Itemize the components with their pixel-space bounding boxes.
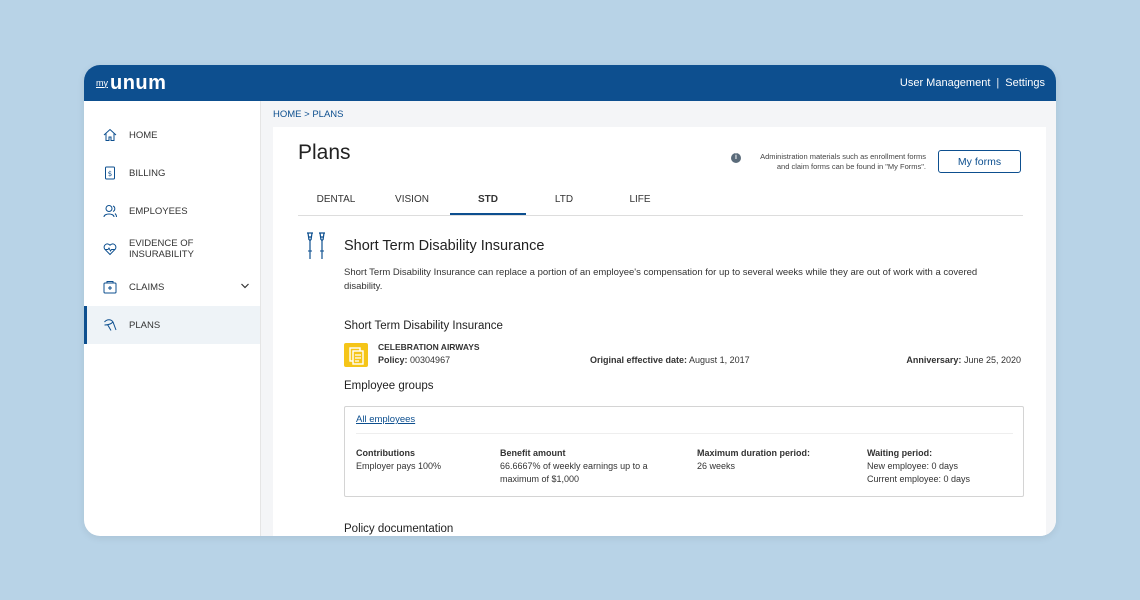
policy-value: 00304967 (410, 355, 451, 365)
app-window: my unum User Management | Settings HOME … (84, 65, 1056, 536)
sidebar-item-home[interactable]: HOME (84, 116, 260, 154)
plan-title: Short Term Disability Insurance (344, 238, 545, 254)
contributions-value: Employer pays 100% (356, 461, 442, 471)
policy-label: Policy: (378, 355, 408, 365)
main-content: HOME > PLANS Plans i Administration mate… (261, 101, 1056, 536)
plan-subtitle: Short Term Disability Insurance (344, 320, 503, 332)
benefit-amount-value: maximum of $1,000 (500, 474, 580, 484)
employee-groups-title: Employee groups (344, 380, 434, 392)
plans-icon (103, 318, 117, 332)
effective-date: Original effective date: August 1, 2017 (590, 355, 750, 365)
waiting-period-value: Current employee: 0 days (867, 474, 971, 484)
employees-icon (103, 204, 117, 218)
info-note: Administration materials such as enrollm… (730, 152, 926, 171)
plan-tabs: DENTAL VISION STD LTD LIFE (298, 193, 1023, 216)
sidebar: HOME $ BILLING EMPLOYEES EVIDENCE OF INS… (84, 101, 261, 536)
sidebar-item-plans[interactable]: PLANS (84, 306, 260, 344)
company-name: CELEBRATION AIRWAYS (378, 342, 480, 352)
sidebar-item-label: PLANS (129, 319, 161, 331)
anniversary-date: Anniversary: June 25, 2020 (906, 355, 1021, 365)
sidebar-item-claims[interactable]: CLAIMS (84, 268, 260, 306)
waiting-period-column: Waiting period: New employee: 0 days Cur… (867, 447, 970, 486)
tab-vision[interactable]: VISION (374, 193, 450, 215)
waiting-period-value: New employee: 0 days (867, 461, 959, 471)
policy-number: Policy: 00304967 (378, 355, 450, 365)
breadcrumb[interactable]: HOME > PLANS (261, 101, 1056, 127)
maximum-duration-value: 26 weeks (697, 461, 736, 471)
nav-separator: | (996, 77, 1000, 89)
contributions-label: Contributions (356, 448, 415, 458)
plan-description: Short Term Disability Insurance can repl… (344, 267, 978, 292)
effective-date-value: August 1, 2017 (689, 355, 750, 365)
settings-link[interactable]: Settings (1005, 77, 1045, 89)
sidebar-item-label: CLAIMS (129, 281, 165, 293)
claims-icon (103, 280, 117, 294)
top-bar: my unum User Management | Settings (84, 65, 1056, 101)
group-divider (356, 433, 1013, 434)
top-nav: User Management | Settings (900, 77, 1045, 89)
employee-group-card: All employees Contributions Employer pay… (344, 406, 1024, 497)
sidebar-item-billing[interactable]: $ BILLING (84, 154, 260, 192)
policy-document-icon (344, 343, 368, 367)
tab-dental[interactable]: DENTAL (298, 193, 374, 215)
tab-life[interactable]: LIFE (602, 193, 678, 215)
benefit-amount-label: Benefit amount (500, 448, 566, 458)
sidebar-item-label: EVIDENCE OF INSURABILITY (129, 238, 194, 260)
waiting-period-label: Waiting period: (867, 448, 933, 458)
policy-documentation-title: Policy documentation (344, 523, 454, 535)
benefit-amount-value: 66.6667% of weekly earnings up to a (500, 461, 648, 471)
user-management-link[interactable]: User Management (900, 77, 991, 89)
effective-date-label: Original effective date: (590, 355, 688, 365)
page-title: Plans (298, 141, 351, 164)
maximum-duration-column: Maximum duration period: 26 weeks (697, 447, 810, 473)
maximum-duration-label: Maximum duration period: (697, 448, 811, 458)
logo[interactable]: my unum (96, 72, 166, 95)
plans-card: Plans i Administration materials such as… (273, 127, 1046, 536)
home-icon (103, 128, 117, 142)
sidebar-item-label: HOME (129, 129, 158, 141)
tab-std[interactable]: STD (450, 193, 526, 215)
heart-icon (103, 242, 117, 256)
logo-prefix: my (96, 77, 108, 88)
sidebar-item-label: BILLING (129, 167, 166, 179)
anniversary-value: June 25, 2020 (963, 355, 1021, 365)
info-note-line: Administration materials such as enrollm… (760, 152, 926, 161)
sidebar-item-label: EMPLOYEES (129, 205, 188, 217)
sidebar-item-employees[interactable]: EMPLOYEES (84, 192, 260, 230)
my-forms-button[interactable]: My forms (938, 150, 1021, 173)
anniversary-label: Anniversary: (906, 355, 962, 365)
svg-text:$: $ (108, 170, 112, 178)
all-employees-link[interactable]: All employees (356, 414, 415, 425)
logo-brand: unum (110, 71, 167, 94)
sidebar-item-evidence-of-insurability[interactable]: EVIDENCE OF INSURABILITY (84, 230, 260, 268)
info-note-line: and claim forms can be found in "My Form… (776, 161, 926, 171)
billing-icon: $ (103, 166, 117, 180)
chevron-down-icon[interactable] (240, 281, 250, 291)
contributions-column: Contributions Employer pays 100% (356, 447, 441, 473)
benefit-amount-column: Benefit amount 66.6667% of weekly earnin… (500, 447, 648, 486)
crutches-icon (307, 232, 325, 259)
tab-ltd[interactable]: LTD (526, 193, 602, 215)
